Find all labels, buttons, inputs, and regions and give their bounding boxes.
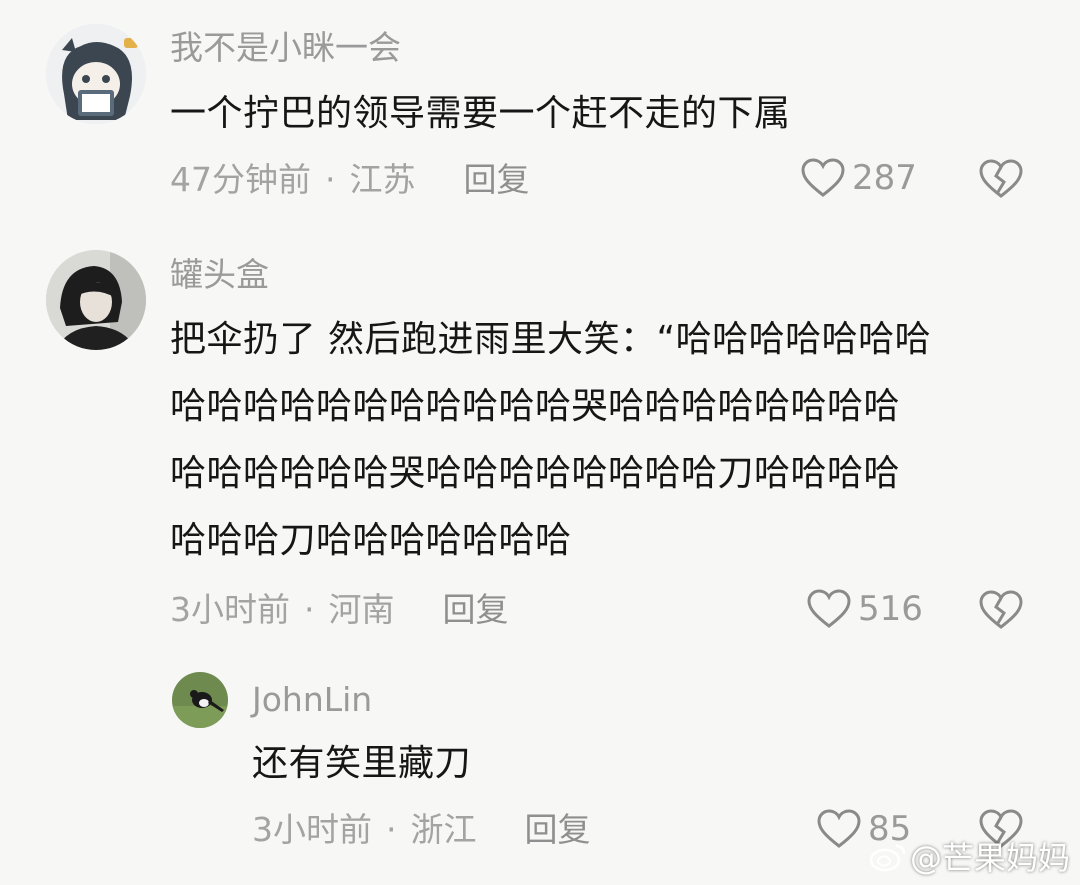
- comment-text-line: 哈哈哈刀哈哈哈哈哈哈哈: [170, 520, 572, 561]
- separator: ·: [386, 810, 397, 849]
- comment-text-line: 哈哈哈哈哈哈哭哈哈哈哈哈哈哈哈刀哈哈哈哈: [170, 453, 901, 494]
- comment-meta: 3小时前 · 浙江 回复: [252, 810, 591, 850]
- username[interactable]: 我不是小眯一会: [170, 28, 401, 68]
- like-button[interactable]: 287: [800, 157, 917, 199]
- heart-outline-icon: [801, 158, 845, 197]
- watermark-text: @芒果妈妈: [909, 839, 1070, 877]
- heart-outline-icon: [817, 809, 861, 848]
- comment-text-line: 哈哈哈哈哈哈哈哈哈哈哈哭哈哈哈哈哈哈哈哈: [170, 386, 901, 427]
- like-count: 516: [858, 589, 923, 629]
- heart-outline-icon: [807, 589, 851, 628]
- username[interactable]: JohnLin: [252, 680, 372, 720]
- like-button[interactable]: 516: [806, 588, 923, 630]
- dislike-button[interactable]: [978, 589, 1024, 635]
- magpie-avatar-icon: [172, 672, 228, 728]
- comment-meta: 3小时前 · 河南 回复: [170, 590, 509, 630]
- weibo-logo-icon: [869, 844, 906, 872]
- avatar[interactable]: [172, 672, 228, 728]
- avatar[interactable]: [46, 250, 146, 350]
- reply-button[interactable]: 回复: [443, 590, 509, 630]
- like-count: 287: [852, 158, 917, 198]
- watermark: @芒果妈妈: [868, 833, 1070, 879]
- username[interactable]: 罐头盒: [170, 255, 269, 295]
- avatar[interactable]: [46, 24, 146, 124]
- timestamp: 47分钟前: [170, 160, 311, 199]
- comment-text: 一个拧巴的领导需要一个赶不走的下属: [170, 93, 791, 134]
- comment-text: 把伞扔了 然后跑进雨里大笑：“哈哈哈哈哈哈哈 哈哈哈哈哈哈哈哈哈哈哈哭哈哈哈哈哈…: [170, 306, 1060, 574]
- separator: ·: [304, 590, 315, 629]
- location: 浙江: [410, 810, 477, 849]
- broken-heart-icon: [979, 590, 1023, 629]
- separator: ·: [325, 160, 336, 199]
- comment-meta: 47分钟前 · 江苏 回复: [170, 160, 530, 200]
- comment-text: 还有笑里藏刀: [252, 743, 472, 784]
- location: 江苏: [349, 160, 416, 199]
- reply-button[interactable]: 回复: [525, 810, 591, 850]
- broken-heart-icon: [979, 159, 1023, 198]
- dislike-button[interactable]: [978, 158, 1024, 204]
- timestamp: 3小时前: [252, 810, 372, 849]
- comment-text-line: 把伞扔了 然后跑进雨里大笑：“哈哈哈哈哈哈哈: [170, 319, 932, 360]
- anime-avatar-icon: [46, 24, 146, 124]
- reply-button[interactable]: 回复: [464, 160, 530, 200]
- person-avatar-icon: [46, 250, 146, 350]
- timestamp: 3小时前: [170, 590, 290, 629]
- location: 河南: [328, 590, 395, 629]
